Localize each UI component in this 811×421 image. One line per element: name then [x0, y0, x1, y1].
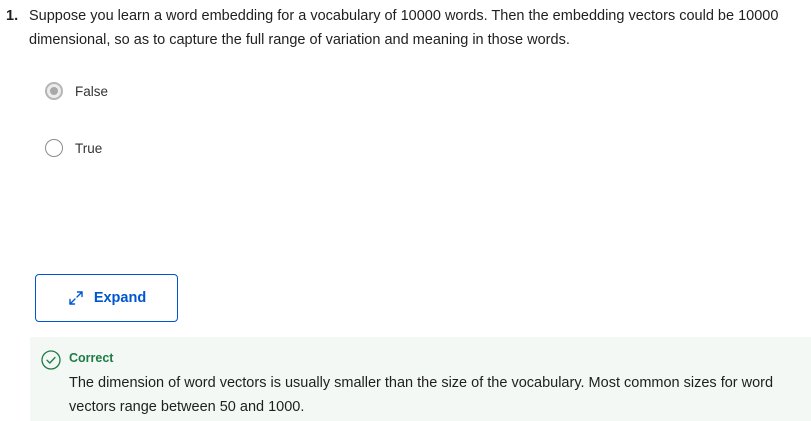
option-true[interactable]: True: [45, 137, 108, 159]
feedback-status: Correct: [69, 351, 114, 365]
radio-unselected-icon[interactable]: [45, 139, 63, 157]
check-circle-icon: [41, 350, 61, 370]
expand-button-label: Expand: [93, 290, 147, 306]
feedback-explanation: The dimension of word vectors is usually…: [69, 375, 774, 415]
expand-button[interactable]: Expand: [35, 274, 178, 322]
option-label: False: [75, 83, 109, 99]
option-label: True: [75, 140, 103, 156]
feedback-panel: Correct The dimension of word vectors is…: [30, 337, 811, 421]
question-block: 1. Suppose you learn a word embedding fo…: [6, 4, 806, 52]
question-number: 1.: [6, 8, 19, 24]
radio-selected-icon[interactable]: [45, 82, 63, 100]
option-false[interactable]: False: [45, 80, 108, 102]
question-text: Suppose you learn a word embedding for a…: [29, 8, 779, 48]
expand-arrows-icon: [69, 291, 83, 305]
answer-options: False True: [45, 80, 108, 194]
quiz-page: 1. Suppose you learn a word embedding fo…: [0, 0, 811, 421]
